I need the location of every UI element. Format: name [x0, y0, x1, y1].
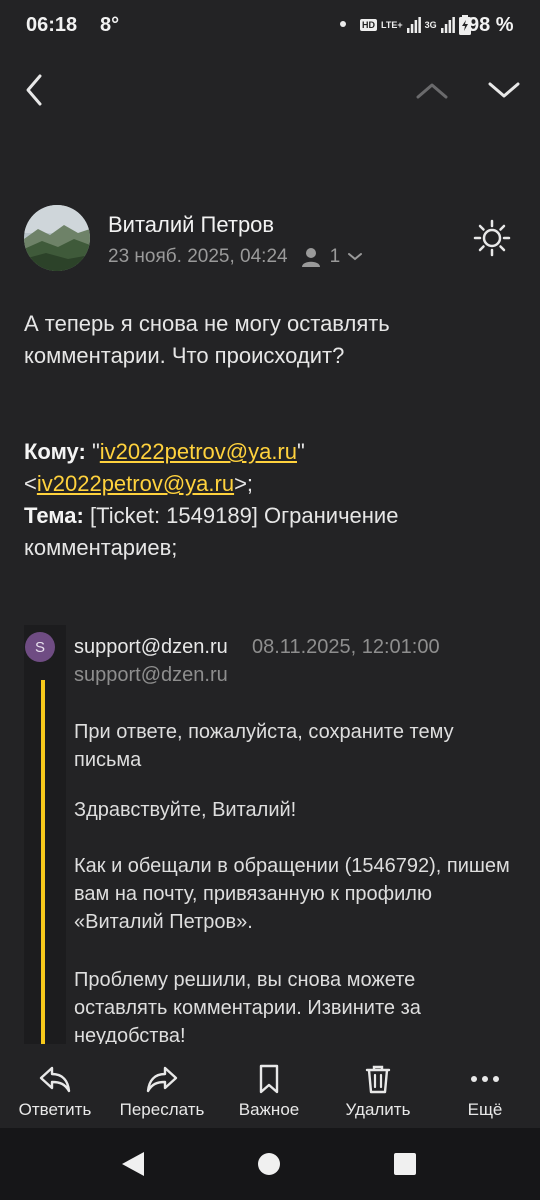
status-time: 06:18 [26, 14, 78, 36]
to-label: Кому: [24, 439, 86, 464]
chevron-up-icon [416, 83, 448, 99]
message-meta: 23 нояб. 2025, 04:24 1 [108, 246, 364, 268]
reply-headers: Кому: "iv2022petrov@ya.ru" <iv2022petrov… [24, 436, 504, 564]
trash-icon [365, 1065, 391, 1094]
to-email-link-2[interactable]: iv2022petrov@ya.ru [37, 471, 234, 496]
hd-badge: HD [360, 19, 377, 31]
signal-2-icon [440, 17, 455, 33]
back-button[interactable] [22, 72, 52, 108]
sender-name[interactable]: Виталий Петров [108, 212, 274, 238]
reply-label: Ответить [18, 1100, 92, 1119]
theme-toggle-button[interactable] [472, 218, 512, 258]
delete-button[interactable]: Удалить [323, 1062, 433, 1120]
more-button[interactable]: Ещё [430, 1062, 540, 1120]
quoted-date: 08.11.2025, 12:01:00 [252, 636, 440, 658]
bracket-close: >; [234, 471, 254, 496]
lte-label: LTE+ [381, 20, 403, 30]
sun-icon [473, 219, 511, 257]
quote-bar [41, 680, 45, 1045]
forward-icon [146, 1066, 178, 1093]
to-line-2: <iv2022petrov@ya.ru>; [24, 468, 504, 500]
message-body: А теперь я снова не могу оставлять комме… [24, 311, 390, 368]
reply-button[interactable]: Ответить [0, 1062, 110, 1120]
notification-dot-icon [340, 21, 346, 27]
to-line: Кому: "iv2022petrov@ya.ru" [24, 436, 504, 468]
quote-close: " [297, 439, 305, 464]
quoted-sender-avatar[interactable]: S [25, 632, 55, 662]
quoted-paragraph: Как и обещали в обращении (1546792), пиш… [74, 855, 510, 933]
sender-avatar[interactable] [24, 205, 90, 271]
forward-button[interactable]: Переслать [107, 1062, 217, 1120]
recipients-toggle[interactable]: 1 [300, 246, 365, 268]
quoted-paragraph: При ответе, пожалуйста, сохраните тему п… [74, 721, 454, 771]
system-navigation-bar [0, 1128, 540, 1200]
3g-label: 3G [424, 20, 437, 30]
delete-label: Удалить [345, 1100, 411, 1119]
next-message-button[interactable] [486, 78, 522, 102]
important-button[interactable]: Важное [214, 1062, 324, 1120]
system-home-button[interactable] [258, 1153, 280, 1175]
quote-open: " [91, 439, 100, 464]
signal-icon [406, 17, 421, 33]
quoted-paragraph: Проблему решили, вы снова можете оставля… [74, 969, 421, 1044]
previous-message-button[interactable] [414, 78, 450, 102]
more-label: Ещё [467, 1100, 503, 1119]
to-email-link[interactable]: iv2022petrov@ya.ru [100, 439, 297, 464]
forward-label: Переслать [119, 1100, 205, 1119]
important-label: Важное [238, 1100, 300, 1119]
system-back-button[interactable] [120, 1150, 146, 1183]
network-indicators: HD LTE+ 3G [360, 14, 471, 36]
status-bar: 06:18 8° HD LTE+ 3G 98 % [0, 0, 540, 52]
quoted-message-gutter [24, 625, 66, 1045]
more-dots-icon [471, 1076, 499, 1082]
battery-percent: 98 % [468, 14, 514, 36]
quoted-sender[interactable]: support@dzen.ru [74, 636, 228, 659]
status-temperature: 8° [100, 14, 120, 36]
reply-icon [39, 1066, 71, 1093]
person-icon [301, 248, 320, 267]
quoted-address: support@dzen.ru [74, 664, 228, 686]
message-date: 23 нояб. 2025, 04:24 [108, 246, 288, 267]
recipients-count: 1 [329, 246, 341, 267]
bracket-open: < [24, 471, 37, 496]
subject-line: Тема: [Ticket: 1549189] Ограничение комм… [24, 500, 504, 564]
triangle-back-icon [122, 1152, 144, 1176]
bookmark-icon [259, 1064, 279, 1094]
mountain-landscape-icon [24, 205, 90, 271]
system-recents-button[interactable] [394, 1153, 416, 1175]
subject-label: Тема: [24, 503, 84, 528]
chevron-down-small-icon [348, 253, 363, 261]
chevron-left-icon [26, 74, 42, 106]
quoted-paragraph: Здравствуйте, Виталий! [74, 799, 297, 821]
chevron-down-icon [488, 82, 520, 98]
